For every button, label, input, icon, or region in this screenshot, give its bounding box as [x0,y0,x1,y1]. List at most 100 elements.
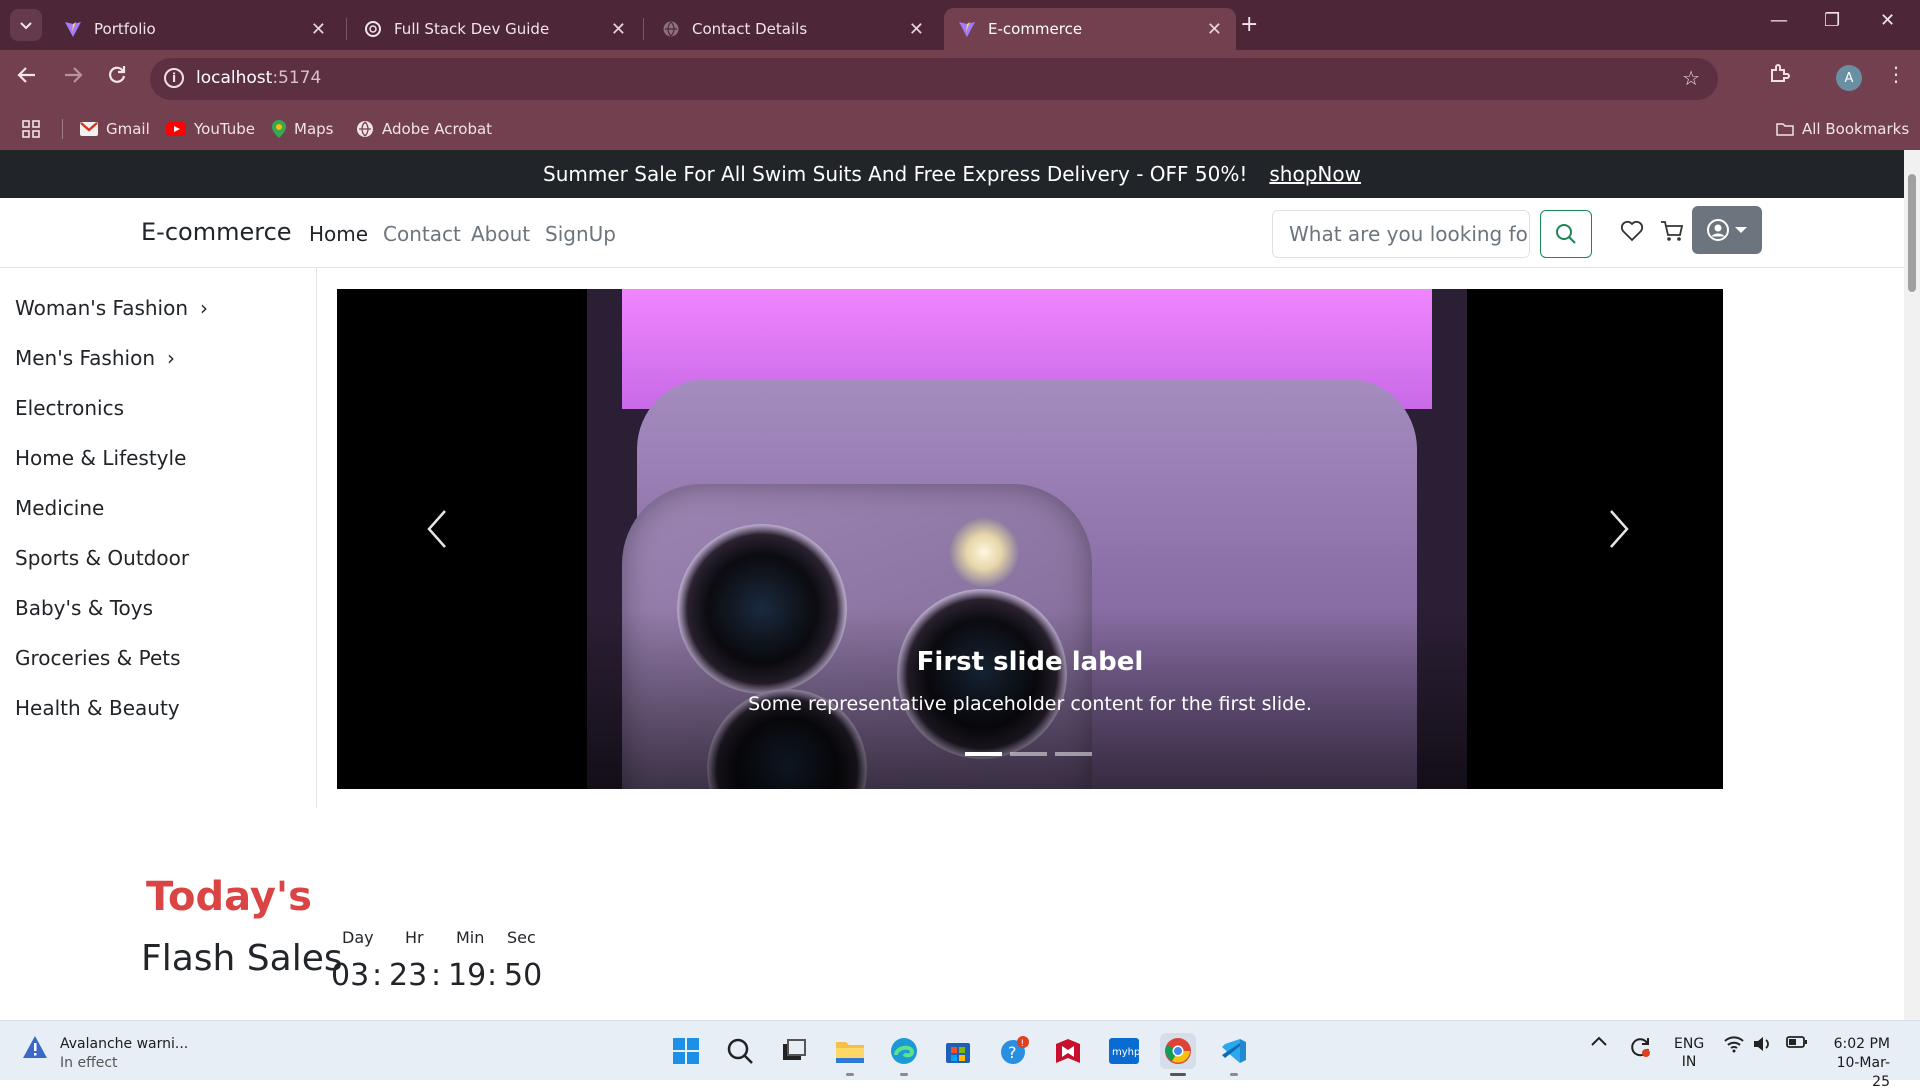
chevron-left-icon [427,510,446,548]
nav-contact[interactable]: Contact [383,222,461,246]
category-mens-fashion[interactable]: Men's Fashion › [15,346,175,370]
carousel-indicator-2[interactable] [1010,752,1047,756]
tab-full-stack-dev-guide[interactable]: Full Stack Dev Guide ✕ [350,8,640,50]
category-groceries-pets[interactable]: Groceries & Pets [15,646,181,670]
extensions-icon[interactable] [1768,62,1790,89]
file-explorer-icon[interactable] [832,1033,868,1069]
category-health-beauty[interactable]: Health & Beauty [15,696,180,720]
countdown-separator: : [487,958,498,993]
shop-now-link[interactable]: shopNow [1269,162,1361,186]
category-medicine[interactable]: Medicine [15,496,104,520]
new-tab-button[interactable]: + [1240,12,1258,37]
nav-home[interactable]: Home [309,222,368,246]
user-dropdown-button[interactable] [1692,206,1762,254]
search-input[interactable]: What are you looking fo [1272,210,1530,258]
site-info-icon[interactable]: i [164,68,184,88]
mcafee-icon[interactable] [1050,1033,1086,1069]
category-electronics[interactable]: Electronics [15,396,124,420]
close-window-button[interactable]: ✕ [1880,10,1895,31]
close-tab-icon[interactable]: ✕ [1207,19,1222,40]
arrow-left-icon [17,67,35,83]
back-button[interactable] [16,64,38,92]
forward-button[interactable] [62,64,84,92]
arrow-right-icon [65,67,83,83]
scrollbar-thumb[interactable] [1908,174,1916,292]
weather-alert-widget[interactable]: Avalanche warni... In effect [22,1035,188,1073]
profile-avatar[interactable]: A [1836,65,1862,91]
bookmark-gmail[interactable]: Gmail [80,108,150,150]
tab-contact-details[interactable]: Contact Details ✕ [648,8,938,50]
search-icon[interactable] [722,1033,758,1069]
minimize-button[interactable]: — [1770,10,1788,31]
tab-portfolio[interactable]: Portfolio ✕ [50,8,340,50]
carousel-prev-button[interactable] [425,509,449,559]
tab-label: E-commerce [988,20,1083,38]
wifi-icon[interactable] [1724,1035,1744,1057]
page-scrollbar[interactable] [1904,150,1920,1020]
carousel-next-button[interactable] [1607,509,1631,559]
cart-icon[interactable] [1660,220,1684,246]
chevron-down-icon [20,22,32,30]
reload-icon [109,66,126,83]
countdown-label-min: Min [456,928,485,947]
bookmark-divider [62,119,63,139]
bookmark-youtube[interactable]: YouTube [166,108,255,150]
carousel-indicator-1[interactable] [965,752,1002,756]
category-babys-toys[interactable]: Baby's & Toys [15,596,153,620]
battery-icon[interactable] [1786,1035,1808,1053]
chevron-right-icon [1610,510,1629,548]
restore-button[interactable]: ❐ [1824,10,1840,31]
close-tab-icon[interactable]: ✕ [909,19,924,40]
close-tab-icon[interactable]: ✕ [311,19,326,40]
apps-grid-icon[interactable] [22,108,40,150]
nav-signup[interactable]: SignUp [545,222,616,246]
sync-icon[interactable] [1628,1035,1652,1063]
nav-about[interactable]: About [471,222,530,246]
wishlist-heart-icon[interactable] [1620,220,1644,246]
show-hidden-icons-chevron-icon[interactable] [1590,1035,1608,1051]
promo-banner: Summer Sale For All Swim Suits And Free … [0,150,1904,198]
microsoft-store-icon[interactable] [940,1033,976,1069]
bookmarks-bar: Gmail YouTube Maps Adobe Acrobat All Boo… [0,108,1920,150]
category-sports-outdoor[interactable]: Sports & Outdoor [15,546,189,570]
carousel-indicator-3[interactable] [1055,752,1092,756]
alert-title: Avalanche warni... [60,1036,189,1052]
chrome-icon[interactable] [1160,1033,1196,1069]
clock[interactable]: 6:02 PM 10-Mar-25 [1826,1035,1890,1092]
bookmark-maps[interactable]: Maps [272,108,333,150]
section-eyebrow: Today's [146,874,312,920]
volume-icon[interactable] [1752,1035,1772,1057]
url-text[interactable]: localhost:5174 [196,68,321,88]
category-home-lifestyle[interactable]: Home & Lifestyle [15,446,186,470]
tab-divider [346,18,347,40]
bookmark-star-icon[interactable]: ☆ [1682,66,1700,90]
countdown-days: 03 [331,958,370,993]
maps-pin-icon [272,120,286,138]
address-bar[interactable]: i localhost:5174 ☆ [150,58,1718,100]
svg-text:myhp: myhp [1112,1047,1139,1058]
help-icon[interactable]: ?! [996,1033,1032,1069]
tab-label: Portfolio [94,20,156,38]
brand-logo[interactable]: E-commerce [141,218,292,246]
edge-icon[interactable] [886,1033,922,1069]
tab-search-button[interactable] [10,9,42,41]
vscode-icon[interactable] [1216,1033,1252,1069]
category-womans-fashion[interactable]: Woman's Fashion › [15,296,208,320]
countdown-label-hr: Hr [405,928,424,947]
search-button[interactable] [1540,210,1592,258]
vite-icon [958,20,976,38]
browser-tab-strip: Portfolio ✕ Full Stack Dev Guide ✕ Conta… [0,0,1920,50]
bookmark-label: Maps [294,120,334,138]
menu-kebab-icon[interactable]: ⋮ [1886,62,1906,86]
myhp-icon[interactable]: myhp [1106,1033,1142,1069]
reload-button[interactable] [106,64,128,92]
all-bookmarks[interactable]: All Bookmarks [1776,108,1909,150]
bookmark-adobe-acrobat[interactable]: Adobe Acrobat [356,108,492,150]
task-view-icon[interactable] [776,1033,812,1069]
hero-carousel[interactable]: First slide label Some representative pl… [337,289,1723,789]
tab-e-commerce[interactable]: E-commerce ✕ [944,8,1236,50]
input-language[interactable]: ENG IN [1674,1035,1704,1071]
close-tab-icon[interactable]: ✕ [611,19,626,40]
start-windows-icon[interactable] [668,1033,704,1069]
alert-status: In effect [60,1055,118,1071]
